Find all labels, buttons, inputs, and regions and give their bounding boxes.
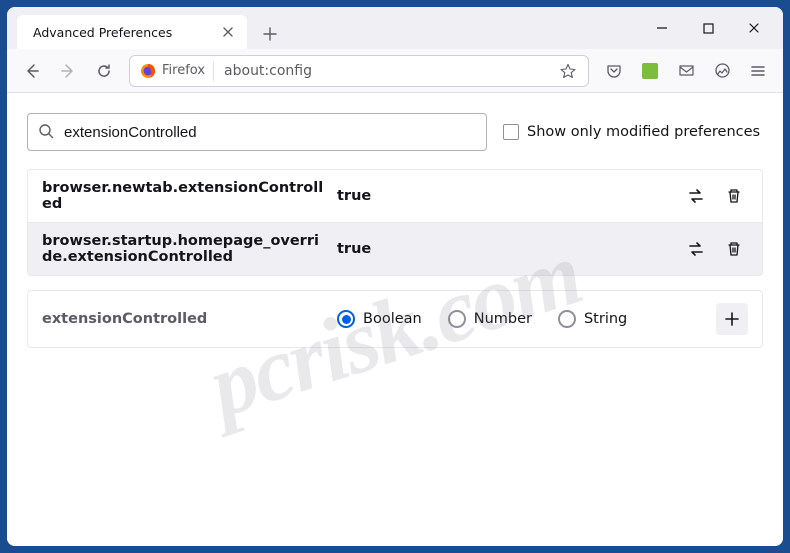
toggle-button[interactable] <box>682 235 710 263</box>
inbox-icon <box>678 62 695 79</box>
page-content: Show only modified preferences browser.n… <box>7 93 783 546</box>
show-modified-checkbox-label[interactable]: Show only modified preferences <box>503 124 760 140</box>
arrow-right-icon <box>60 63 76 79</box>
maximize-button[interactable] <box>685 7 731 49</box>
minimize-button[interactable] <box>639 7 685 49</box>
extension-button[interactable] <box>633 54 667 88</box>
menu-button[interactable] <box>741 54 775 88</box>
radio-boolean[interactable]: Boolean <box>337 310 422 328</box>
radio-indicator <box>448 310 466 328</box>
forward-button[interactable] <box>51 54 85 88</box>
reload-button[interactable] <box>87 54 121 88</box>
pref-row[interactable]: browser.startup.homepage_override.extens… <box>28 223 762 275</box>
toggle-icon <box>687 240 705 258</box>
profile-button[interactable] <box>705 54 739 88</box>
identity-box[interactable]: Firefox <box>136 61 214 81</box>
bookmark-button[interactable] <box>554 57 582 85</box>
close-icon <box>222 26 234 38</box>
search-icon <box>38 123 56 141</box>
radio-label: Boolean <box>363 311 422 327</box>
plus-icon <box>263 27 277 41</box>
url-bar[interactable]: Firefox about:config <box>129 55 589 87</box>
preferences-table: browser.newtab.extensionControlled true … <box>27 169 763 276</box>
maximize-icon <box>703 23 714 34</box>
tab-advanced-preferences[interactable]: Advanced Preferences <box>17 15 247 49</box>
pref-row[interactable]: browser.newtab.extensionControlled true <box>28 170 762 223</box>
toggle-button[interactable] <box>682 182 710 210</box>
identity-label: Firefox <box>162 63 205 78</box>
trash-icon <box>726 188 742 204</box>
arrow-left-icon <box>24 63 40 79</box>
search-box[interactable] <box>27 113 487 151</box>
new-tab-button[interactable] <box>255 19 285 49</box>
back-button[interactable] <box>15 54 49 88</box>
trash-icon <box>726 241 742 257</box>
pref-name: browser.startup.homepage_override.extens… <box>42 233 337 265</box>
browser-window: Advanced Preferences <box>7 7 783 546</box>
window-controls <box>639 7 783 49</box>
search-row: Show only modified preferences <box>27 113 763 151</box>
type-radios: Boolean Number String <box>337 310 716 328</box>
search-input[interactable] <box>56 124 476 141</box>
plus-icon <box>724 311 740 327</box>
pocket-button[interactable] <box>597 54 631 88</box>
pref-name: browser.newtab.extensionControlled <box>42 180 337 212</box>
pref-value: true <box>337 188 682 204</box>
pref-actions <box>682 182 748 210</box>
close-icon <box>748 22 760 34</box>
inbox-button[interactable] <box>669 54 703 88</box>
minimize-icon <box>656 22 668 34</box>
close-window-button[interactable] <box>731 7 777 49</box>
add-pref-row: extensionControlled Boolean Number Strin… <box>27 290 763 348</box>
firefox-logo-icon <box>140 63 156 79</box>
hamburger-icon <box>750 63 766 79</box>
toggle-icon <box>687 187 705 205</box>
pref-value: true <box>337 241 682 257</box>
checkbox-text: Show only modified preferences <box>527 124 760 140</box>
navbar: Firefox about:config <box>7 49 783 93</box>
radio-label: Number <box>474 311 532 327</box>
extension-icon <box>642 63 658 79</box>
radio-string[interactable]: String <box>558 310 627 328</box>
add-button[interactable] <box>716 303 748 335</box>
checkbox[interactable] <box>503 124 519 140</box>
reload-icon <box>96 63 112 79</box>
profile-icon <box>714 62 731 79</box>
delete-button[interactable] <box>720 235 748 263</box>
pocket-icon <box>606 63 622 79</box>
radio-number[interactable]: Number <box>448 310 532 328</box>
pref-actions <box>682 235 748 263</box>
titlebar: Advanced Preferences <box>7 7 783 49</box>
tab-close-button[interactable] <box>219 23 237 41</box>
new-pref-name: extensionControlled <box>42 311 337 327</box>
delete-button[interactable] <box>720 182 748 210</box>
url-text: about:config <box>214 63 554 79</box>
radio-label: String <box>584 311 627 327</box>
star-icon <box>560 63 576 79</box>
radio-indicator <box>337 310 355 328</box>
tab-title: Advanced Preferences <box>27 25 219 40</box>
radio-indicator <box>558 310 576 328</box>
